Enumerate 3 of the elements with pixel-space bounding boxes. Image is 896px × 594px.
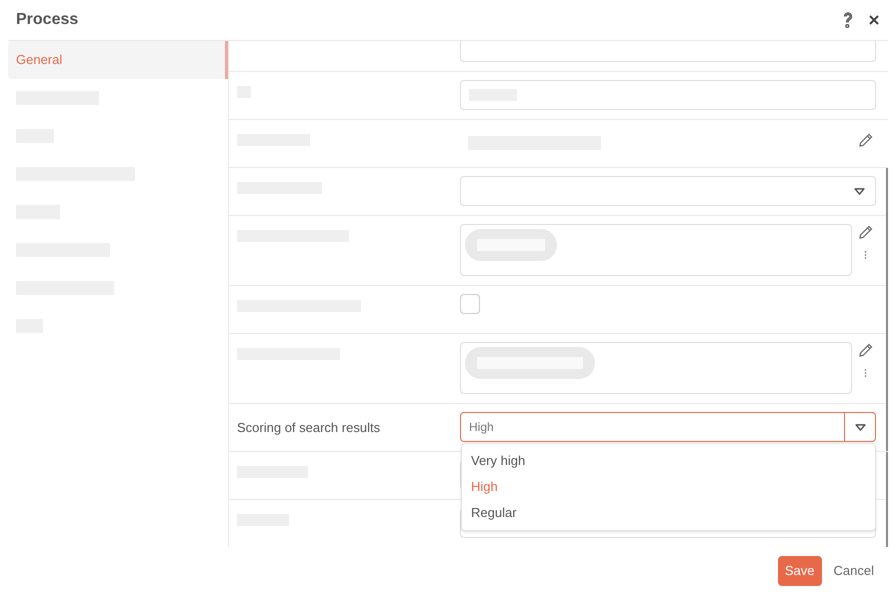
field-label: Scoring of search results bbox=[237, 420, 380, 435]
field-value: High bbox=[469, 419, 494, 436]
dialog-title: Process bbox=[16, 10, 80, 30]
